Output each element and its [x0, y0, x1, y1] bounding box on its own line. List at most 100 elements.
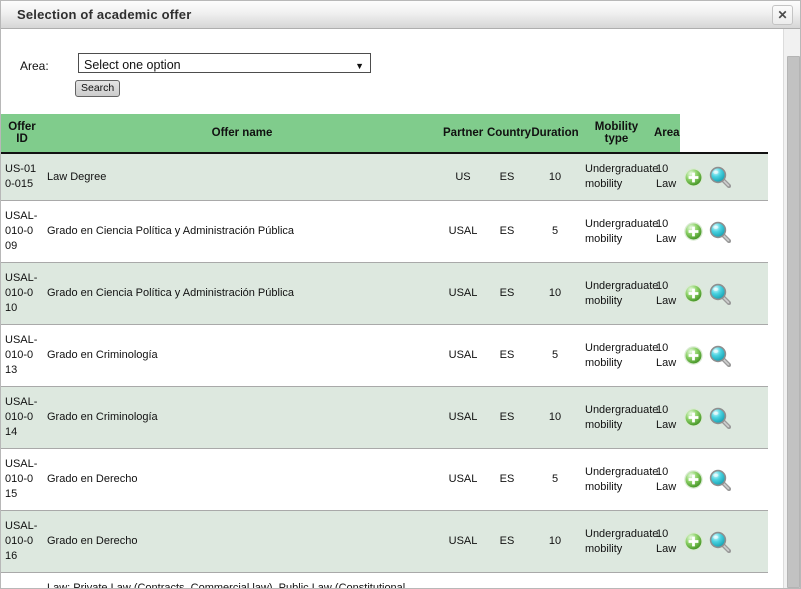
- cell-country: PT: [485, 572, 529, 588]
- table-row[interactable]: USAL-010-009 Grado en Ciencia Política y …: [1, 200, 768, 263]
- cell-offer-name: Grado en Criminología: [43, 386, 441, 449]
- area-label: Area:: [20, 59, 49, 73]
- cell-partner: US: [441, 153, 485, 201]
- academic-offer-dialog: Selection of academic offer ✕ Area: Sele…: [0, 0, 801, 589]
- cell-actions: [680, 324, 768, 387]
- cell-duration: 5: [529, 324, 581, 387]
- cell-area: 10 Law: [652, 324, 680, 387]
- magnifier-icon[interactable]: [709, 166, 732, 189]
- cell-duration: 10: [529, 510, 581, 573]
- table-row[interactable]: USAL-010-016 Grado en Derecho USAL ES 10 Unde…: [1, 510, 768, 573]
- cell-offer-id: USAL-010-013: [1, 324, 43, 387]
- cell-offer-id: USAL-010-009: [1, 200, 43, 263]
- table-row[interactable]: USAL-010-014 Grado en Criminología USAL ES 1…: [1, 386, 768, 449]
- add-circle-icon[interactable]: [684, 408, 703, 427]
- column-header-offer-id[interactable]: Offer ID: [1, 114, 43, 153]
- magnifier-icon[interactable]: [709, 221, 732, 243]
- cell-area: 10 Law: [652, 153, 680, 201]
- table-row[interactable]: UNL-010-135Law: Private Law (Contracts, …: [1, 572, 768, 588]
- cell-duration: 10: [529, 386, 581, 449]
- vertical-scrollbar[interactable]: [783, 29, 800, 588]
- cell-partner: USAL: [441, 510, 485, 573]
- cell-country: ES: [485, 153, 529, 201]
- cell-actions: [680, 510, 768, 573]
- cell-area: 10 Law: [652, 200, 680, 263]
- dialog-title: Selection of academic offer: [17, 7, 192, 22]
- cell-duration: 5: [529, 200, 581, 263]
- cell-partner: UNL: [441, 572, 485, 588]
- cell-actions: [680, 153, 768, 201]
- column-header-offer-name[interactable]: Offer name: [43, 114, 441, 153]
- magnifier-icon[interactable]: [709, 531, 732, 553]
- cell-country: ES: [485, 324, 529, 387]
- offers-table-body: US-010-015 Law Degree US ES 10 Undergraduate …: [1, 153, 768, 588]
- offers-table: Offer ID Offer name Partner Country Dura…: [1, 114, 768, 588]
- cell-area: 10 Law: [652, 448, 680, 511]
- cell-actions: [680, 262, 768, 325]
- add-circle-icon[interactable]: [684, 532, 703, 551]
- cell-partner: USAL: [441, 262, 485, 325]
- filter-form: Area: Select one option ▼ Search: [1, 29, 767, 114]
- table-row[interactable]: USAL-010-010 Grado en Ciencia Política y …: [1, 262, 768, 325]
- cell-offer-id: USAL-010-010: [1, 262, 43, 325]
- cell-actions: [680, 572, 768, 588]
- table-row[interactable]: USAL-010-015 Grado en Derecho USAL ES 5 Under…: [1, 448, 768, 511]
- results-area: Offer ID Offer name Partner Country Dura…: [1, 114, 768, 588]
- column-header-mobility-type[interactable]: Mobility type: [581, 114, 652, 153]
- magnifier-icon[interactable]: [709, 345, 732, 367]
- cell-actions: [680, 200, 768, 263]
- cell-country: ES: [485, 448, 529, 511]
- cell-offer-name: Law: Private Law (Contracts, Commercial …: [43, 572, 441, 588]
- cell-duration: 5: [529, 572, 581, 588]
- column-header-country[interactable]: Country: [485, 114, 531, 153]
- area-select[interactable]: Select one option ▼: [78, 53, 371, 73]
- cell-mobility-type: Undergraduate mobility: [581, 572, 652, 588]
- column-header-partner[interactable]: Partner: [441, 114, 485, 153]
- cell-area: 10 Law: [652, 262, 680, 325]
- magnifier-icon[interactable]: [709, 283, 732, 305]
- column-header-actions: [680, 114, 768, 153]
- cell-country: ES: [485, 262, 529, 325]
- cell-partner: USAL: [441, 324, 485, 387]
- table-row[interactable]: US-010-015 Law Degree US ES 10 Undergraduate …: [1, 153, 768, 201]
- cell-offer-name: Grado en Derecho: [43, 510, 441, 573]
- add-circle-icon[interactable]: [684, 470, 703, 489]
- cell-area: 10 Law: [652, 510, 680, 573]
- search-button[interactable]: Search: [75, 80, 121, 97]
- cell-offer-name: Grado en Criminología: [43, 324, 441, 387]
- cell-offer-id: USAL-010-016: [1, 510, 43, 573]
- cell-duration: 5: [529, 448, 581, 511]
- add-circle-icon[interactable]: [684, 222, 703, 241]
- dialog-body: Area: Select one option ▼ Search Offer I…: [1, 29, 800, 588]
- column-header-area[interactable]: Area: [652, 114, 680, 153]
- magnifier-icon[interactable]: [709, 469, 732, 491]
- cell-area: 10 Law: [652, 386, 680, 449]
- cell-area: 10 Law: [652, 572, 680, 588]
- cell-offer-id: USAL-010-014: [1, 386, 43, 449]
- add-circle-icon[interactable]: [684, 284, 703, 303]
- cell-mobility-type: Undergraduate mobility: [581, 200, 658, 263]
- offers-table-head: Offer ID Offer name Partner Country Dura…: [1, 114, 768, 153]
- magnifier-icon[interactable]: [709, 407, 732, 429]
- cell-mobility-type: Undergraduate mobility: [581, 262, 658, 325]
- cell-mobility-type: Undergraduate mobility: [581, 324, 658, 387]
- cell-mobility-type: Undergraduate mobility: [581, 153, 658, 201]
- column-header-duration[interactable]: Duration: [529, 114, 581, 153]
- add-circle-icon[interactable]: [684, 346, 703, 365]
- scrollbar-thumb[interactable]: [787, 56, 800, 588]
- cell-offer-name: Law Degree: [43, 153, 441, 201]
- offers-header-row: Offer ID Offer name Partner Country Dura…: [1, 114, 768, 153]
- add-circle-icon[interactable]: [684, 167, 703, 187]
- cell-mobility-type: Undergraduate mobility: [581, 386, 658, 449]
- cell-mobility-type: Undergraduate mobility: [581, 448, 658, 511]
- cell-offer-name: Grado en Derecho: [43, 448, 441, 511]
- cell-country: ES: [485, 200, 529, 263]
- chevron-down-icon: ▼: [355, 61, 364, 71]
- close-icon[interactable]: ✕: [772, 5, 793, 25]
- cell-offer-id: UNL-010-135: [1, 572, 43, 588]
- cell-country: ES: [485, 510, 529, 573]
- cell-partner: USAL: [441, 448, 485, 511]
- table-row[interactable]: USAL-010-013 Grado en Criminología USAL ES 5…: [1, 324, 768, 387]
- cell-duration: 10: [529, 153, 581, 201]
- cell-actions: [680, 448, 768, 511]
